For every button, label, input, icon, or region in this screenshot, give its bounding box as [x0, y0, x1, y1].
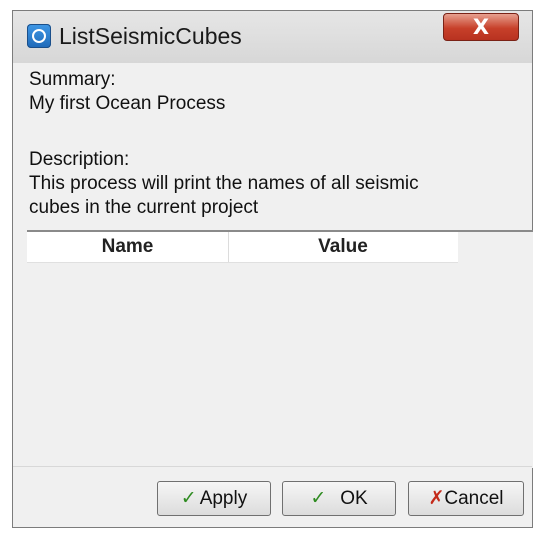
summary-text: My first Ocean Process [29, 93, 226, 114]
screen-margin-bottom [0, 528, 537, 535]
screen-margin-left [0, 0, 12, 535]
description-label: Description: [29, 149, 130, 170]
column-header-name[interactable]: Name [27, 232, 229, 262]
close-icon: X [472, 15, 490, 39]
apply-label: Apply [199, 488, 248, 509]
apply-button[interactable]: ✓ Apply [157, 481, 271, 516]
dialog-window: ListSeismicCubes X Summary: My first Oce… [12, 10, 533, 528]
summary-panel: Summary: My first Ocean Process Descript… [13, 63, 532, 223]
checkmark-icon: ✓ [180, 487, 197, 509]
button-bar: ✓ Apply ✓ OK ✗Cancel [13, 466, 532, 528]
cancel-button[interactable]: ✗Cancel [408, 481, 524, 516]
column-header-value[interactable]: Value [228, 232, 458, 262]
description-line-1: This process will print the names of all… [29, 173, 419, 194]
window-title: ListSeismicCubes [59, 23, 242, 49]
app-icon-ring [32, 29, 46, 43]
summary-label: Summary: [29, 69, 116, 90]
x-mark-icon: ✗ [428, 487, 445, 509]
close-button[interactable]: X [443, 13, 519, 41]
title-bar[interactable]: ListSeismicCubes X [13, 11, 532, 63]
ok-button[interactable]: ✓ OK [282, 481, 396, 516]
ok-label: OK [340, 488, 368, 509]
parameter-grid[interactable]: Name Value [27, 230, 533, 468]
cancel-label: Cancel [444, 488, 504, 509]
app-icon [27, 24, 51, 48]
description-line-2: cubes in the current project [29, 197, 259, 218]
grid-header: Name Value [27, 232, 458, 263]
checkmark-icon: ✓ [310, 487, 327, 509]
